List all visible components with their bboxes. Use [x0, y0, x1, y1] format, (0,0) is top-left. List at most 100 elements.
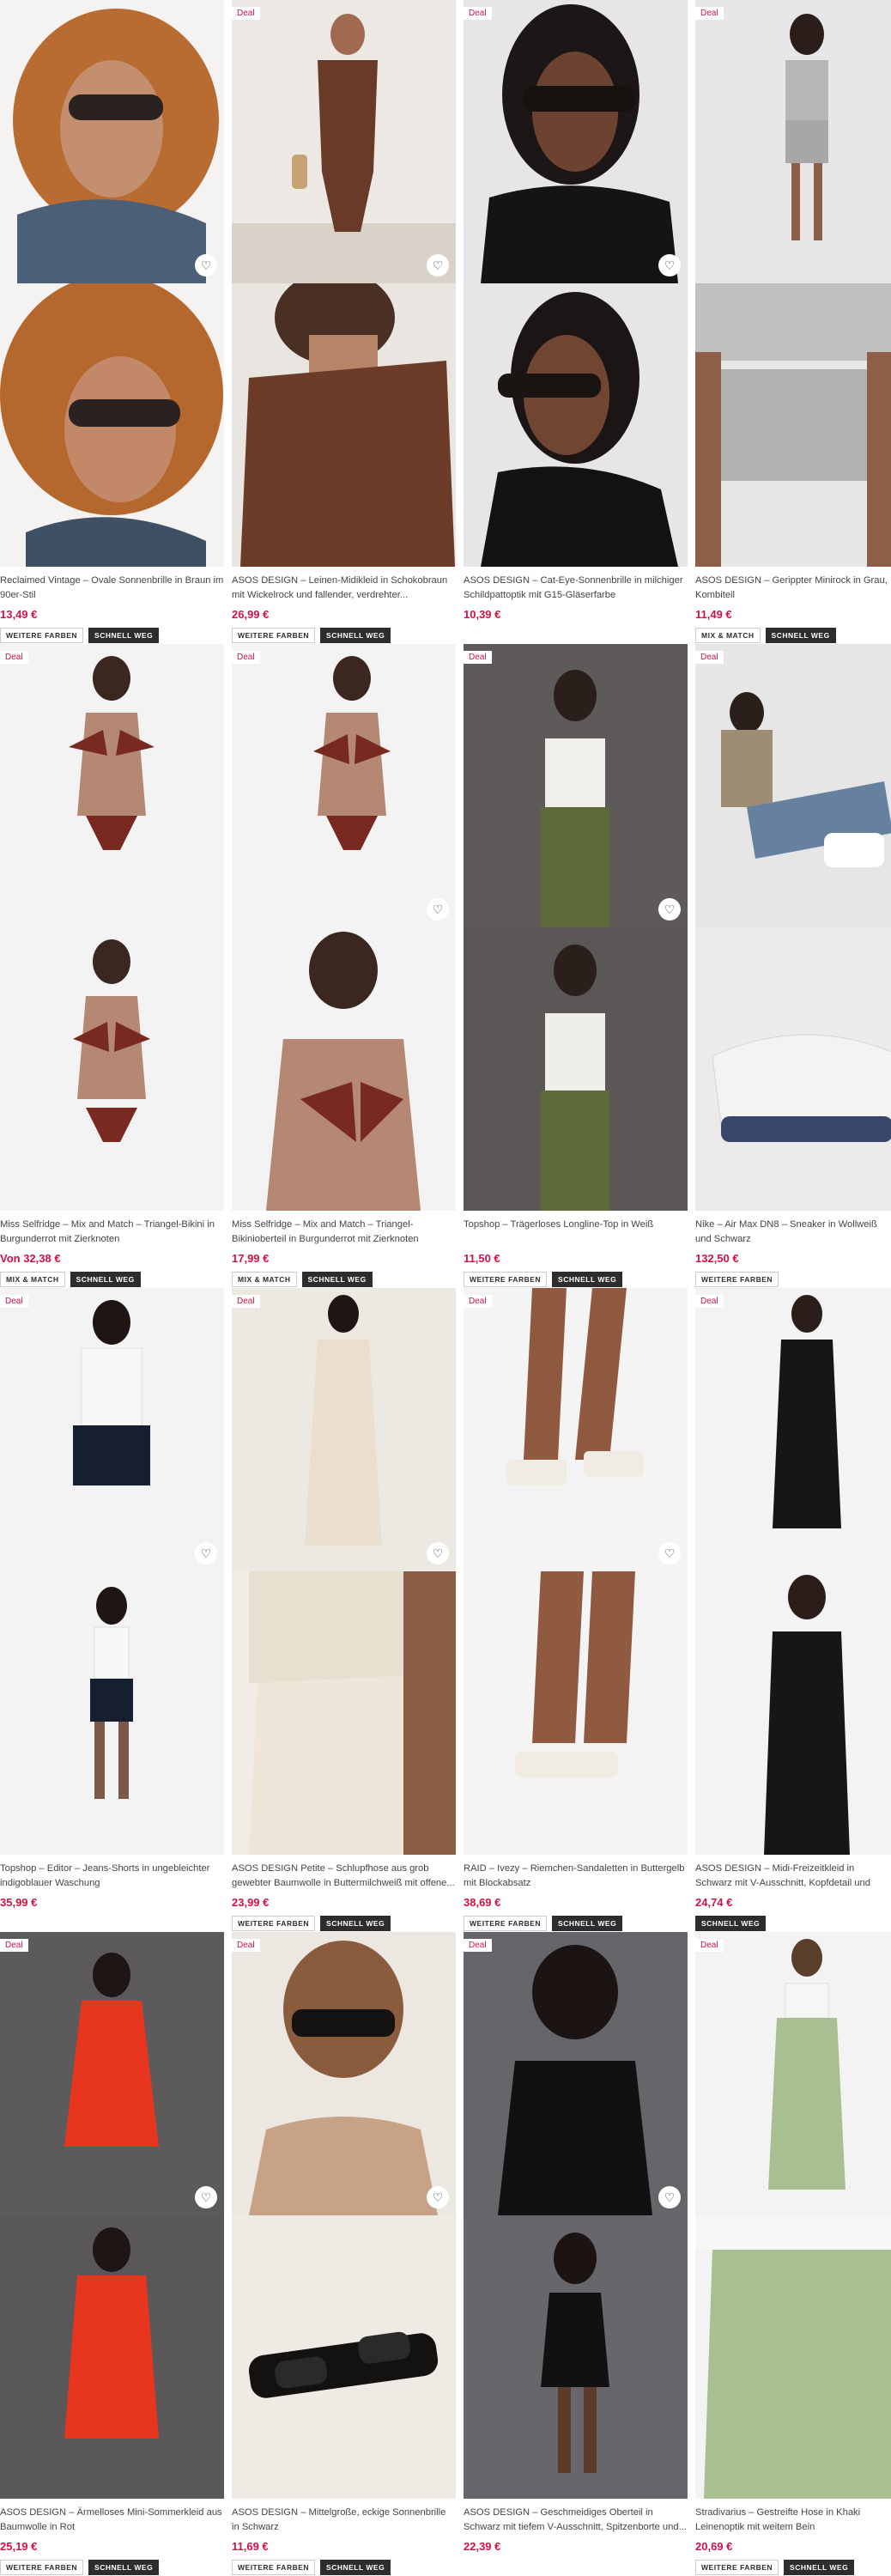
product-title[interactable]: Topshop – Trägerloses Longline-Top in We… — [464, 1218, 688, 1247]
heart-icon[interactable]: ♡ — [427, 2186, 449, 2208]
product-image[interactable]: Deal ♡ — [232, 1288, 456, 1571]
deal-badge: Deal — [695, 651, 724, 664]
tag-mix-match: MIX & MATCH — [232, 1272, 297, 1287]
tag-selling-fast: SCHNELL WEG — [88, 2560, 160, 2575]
tag-selling-fast: SCHNELL WEG — [320, 628, 391, 643]
product-image-alt — [464, 1571, 688, 1855]
product-title[interactable]: Miss Selfridge – Mix and Match – Triange… — [0, 1218, 224, 1247]
heart-icon[interactable]: ♡ — [427, 898, 449, 920]
product-card[interactable]: Deal ♡ ASOS DESIGN – Mittelgroße, eckige… — [232, 1932, 456, 2576]
product-price: 25,19 € — [0, 2540, 38, 2553]
product-title[interactable]: ASOS DESIGN – Ärmelloses Mini-Sommerklei… — [0, 2506, 224, 2535]
product-image[interactable]: Deal — [695, 1932, 891, 2215]
tag-more-colors: WEITERE FARBEN — [232, 2560, 316, 2575]
product-card[interactable]: Deal Stradivarius – Gestreifte Hose in K… — [695, 1932, 891, 2576]
heart-icon[interactable]: ♡ — [658, 1542, 681, 1564]
product-card[interactable]: Deal Nike – Air Max DN8 – Sneaker in Wol… — [695, 644, 891, 1288]
product-title[interactable]: Topshop – Editor – Jeans-Shorts in ungeb… — [0, 1862, 224, 1891]
product-title[interactable]: ASOS DESIGN – Mittelgroße, eckige Sonnen… — [232, 2506, 456, 2535]
product-row: ♡ Reclaimed Vintage – Ovale Sonnenbrille… — [0, 0, 891, 644]
deal-badge: Deal — [695, 1295, 724, 1308]
product-title[interactable]: ASOS DESIGN – Cat-Eye-Sonnenbrille in mi… — [464, 574, 688, 603]
product-image-alt — [232, 283, 456, 567]
heart-icon[interactable]: ♡ — [195, 254, 217, 276]
product-card[interactable]: ♡ Reclaimed Vintage – Ovale Sonnenbrille… — [0, 0, 224, 644]
product-card[interactable]: Deal ASOS DESIGN – Midi-Freizeitkleid in… — [695, 1288, 891, 1932]
product-card[interactable]: Deal ♡ ASOS DESIGN – Leinen-Midikleid in… — [232, 0, 456, 644]
product-image[interactable]: Deal ♡ — [0, 1288, 224, 1571]
product-image-alt — [232, 1571, 456, 1855]
product-price: 24,74 € — [695, 1896, 733, 1909]
tag-selling-fast: SCHNELL WEG — [88, 628, 160, 643]
product-title[interactable]: ASOS DESIGN Petite – Schlupfhose aus gro… — [232, 1862, 456, 1891]
product-title[interactable]: Stradivarius – Gestreifte Hose in Khaki … — [695, 2506, 891, 2535]
tag-selling-fast: SCHNELL WEG — [552, 1272, 623, 1287]
product-card[interactable]: Deal ♡ RAID – Ivezy – Riemchen-Sandalett… — [464, 1288, 688, 1932]
product-title[interactable]: RAID – Ivezy – Riemchen-Sandaletten in B… — [464, 1862, 688, 1891]
product-card[interactable]: Deal ♡ ASOS DESIGN – Cat-Eye-Sonnenbrill… — [464, 0, 688, 644]
product-price: 11,50 € — [464, 1252, 500, 1265]
product-image[interactable]: Deal ♡ — [464, 0, 688, 283]
heart-icon[interactable]: ♡ — [427, 1542, 449, 1564]
heart-icon[interactable]: ♡ — [427, 254, 449, 276]
tag-selling-fast: SCHNELL WEG — [70, 1272, 141, 1287]
tag-more-colors: WEITERE FARBEN — [0, 628, 84, 643]
product-title[interactable]: Reclaimed Vintage – Ovale Sonnenbrille i… — [0, 574, 224, 603]
deal-badge: Deal — [0, 1295, 28, 1308]
product-image[interactable]: Deal — [695, 1288, 891, 1571]
product-image-alt — [232, 927, 456, 1211]
product-image[interactable]: ♡ — [0, 0, 224, 283]
product-image[interactable]: Deal ♡ — [232, 644, 456, 927]
product-image[interactable]: Deal ♡ — [464, 644, 688, 927]
product-image-alt — [695, 283, 891, 567]
deal-badge: Deal — [0, 1939, 28, 1952]
product-card[interactable]: Deal ♡ ASOS DESIGN – Geschmeidiges Obert… — [464, 1932, 688, 2576]
tag-mix-match: MIX & MATCH — [695, 628, 761, 643]
product-image[interactable]: Deal ♡ — [0, 1932, 224, 2215]
deal-badge: Deal — [232, 1295, 260, 1308]
product-image[interactable]: Deal ♡ — [464, 1932, 688, 2215]
product-image[interactable]: Deal — [0, 644, 224, 927]
product-image-alt — [464, 927, 688, 1211]
product-title[interactable]: ASOS DESIGN – Midi-Freizeitkleid in Schw… — [695, 1862, 891, 1891]
deal-badge: Deal — [464, 651, 492, 664]
product-card[interactable]: Deal ♡ Miss Selfridge – Mix and Match – … — [232, 644, 456, 1288]
product-title[interactable]: ASOS DESIGN – Gerippter Minirock in Grau… — [695, 574, 891, 603]
product-card[interactable]: Deal ♡ ASOS DESIGN Petite – Schlupfhose … — [232, 1288, 456, 1932]
tag-more-colors: WEITERE FARBEN — [464, 1272, 548, 1287]
heart-icon[interactable]: ♡ — [658, 254, 681, 276]
product-row: Deal Miss Selfridge – Mix and Match – Tr… — [0, 644, 891, 1288]
tag-more-colors: WEITERE FARBEN — [695, 1272, 779, 1287]
product-price: 10,39 € — [464, 608, 501, 621]
heart-icon[interactable]: ♡ — [195, 2186, 217, 2208]
product-image[interactable]: Deal — [695, 0, 891, 283]
heart-icon[interactable]: ♡ — [195, 1542, 217, 1564]
product-price: 17,99 € — [232, 1252, 270, 1265]
tag-selling-fast: SCHNELL WEG — [784, 2560, 855, 2575]
deal-badge: Deal — [232, 651, 260, 664]
product-title[interactable]: ASOS DESIGN – Geschmeidiges Oberteil in … — [464, 2506, 688, 2535]
tag-selling-fast: SCHNELL WEG — [301, 1272, 373, 1287]
tag-selling-fast: SCHNELL WEG — [320, 1916, 391, 1931]
product-title[interactable]: Miss Selfridge – Mix and Match – Triange… — [232, 1218, 456, 1247]
deal-badge: Deal — [464, 1939, 492, 1952]
product-image[interactable]: Deal — [695, 644, 891, 927]
product-image[interactable]: Deal ♡ — [464, 1288, 688, 1571]
product-card[interactable]: Deal ♡ ASOS DESIGN – Ärmelloses Mini-Som… — [0, 1932, 224, 2576]
product-image[interactable]: Deal ♡ — [232, 0, 456, 283]
tag-more-colors: WEITERE FARBEN — [232, 628, 316, 643]
product-title[interactable]: Nike – Air Max DN8 – Sneaker in Wollweiß… — [695, 1218, 891, 1247]
product-card[interactable]: Deal ♡ Topshop – Editor – Jeans-Shorts i… — [0, 1288, 224, 1932]
product-title[interactable]: ASOS DESIGN – Leinen-Midikleid in Schoko… — [232, 574, 456, 603]
deal-badge: Deal — [695, 7, 724, 20]
heart-icon[interactable]: ♡ — [658, 2186, 681, 2208]
product-price: 11,69 € — [232, 2540, 269, 2553]
product-card[interactable]: Deal Miss Selfridge – Mix and Match – Tr… — [0, 644, 224, 1288]
product-price: 26,99 € — [232, 608, 270, 621]
product-image-alt — [695, 1571, 891, 1855]
product-card[interactable]: Deal ASOS DESIGN – Gerippter Minirock in… — [695, 0, 891, 644]
product-card[interactable]: Deal ♡ Topshop – Trägerloses Longline-To… — [464, 644, 688, 1288]
heart-icon[interactable]: ♡ — [658, 898, 681, 920]
product-image[interactable]: Deal ♡ — [232, 1932, 456, 2215]
tag-selling-fast: SCHNELL WEG — [320, 2560, 391, 2575]
